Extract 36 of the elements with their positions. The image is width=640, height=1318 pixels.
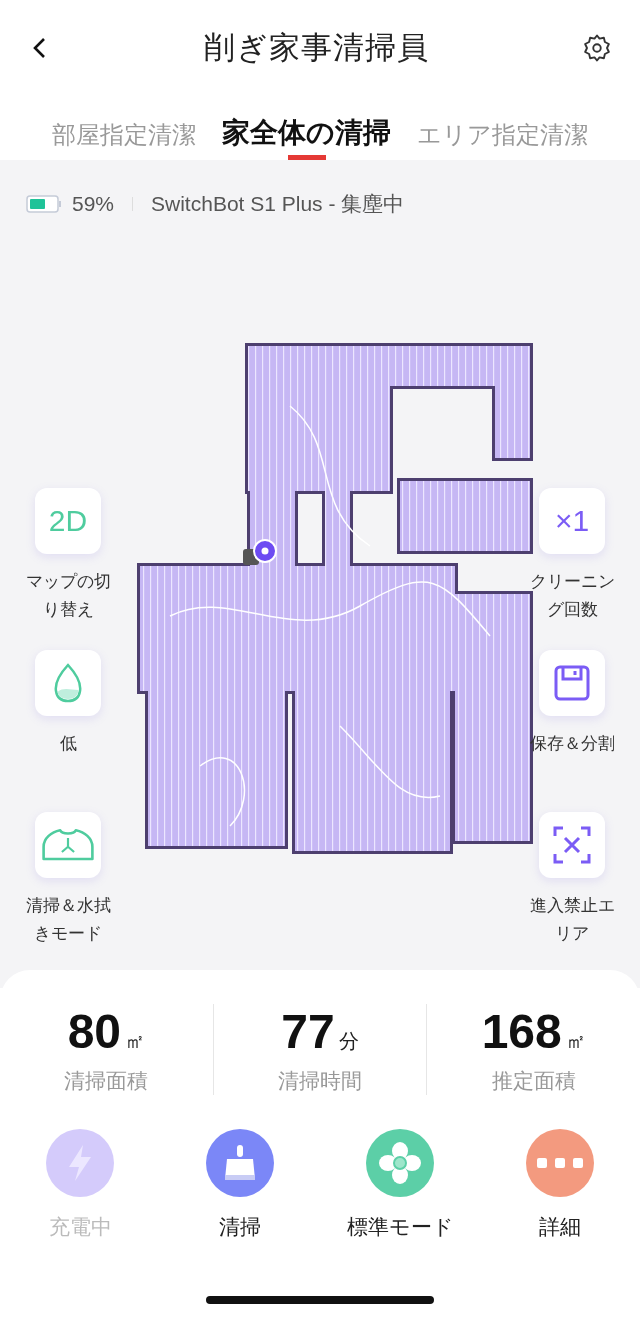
nogo-button[interactable] xyxy=(539,812,605,878)
stat-unit: ㎡ xyxy=(125,1029,146,1054)
action-label: 充電中 xyxy=(48,1214,112,1240)
stat-value: 80 xyxy=(67,1004,122,1059)
control-label: 低 xyxy=(58,733,78,755)
stat-label: 清掃時間 xyxy=(278,1068,362,1094)
tab[interactable]: 部屋指定清潔 xyxy=(52,95,196,160)
mop-button[interactable] xyxy=(35,812,101,878)
stat-value: 168 xyxy=(481,1004,562,1059)
action-label: 詳細 xyxy=(539,1214,581,1240)
tab[interactable]: エリア指定清潔 xyxy=(417,95,588,160)
stat-label: 清掃面積 xyxy=(64,1068,149,1094)
control-label: 進入禁止エリア xyxy=(528,895,616,945)
control-label: マップの切り替え xyxy=(24,571,112,621)
save-button[interactable] xyxy=(539,650,605,716)
drop-button[interactable] xyxy=(35,650,101,716)
battery-icon xyxy=(26,195,62,213)
stat-unit: ㎡ xyxy=(565,1029,586,1054)
settings-icon[interactable] xyxy=(582,32,612,63)
stat-value: 77 xyxy=(281,1004,335,1059)
screen-title: 削ぎ家事清掃員 xyxy=(203,28,429,67)
restricted-area-icon xyxy=(553,826,591,864)
device-status: SwitchBot S1 Plus - 集塵中 xyxy=(151,191,405,217)
stat-unit: 分 xyxy=(338,1029,359,1054)
count-button[interactable]: ×1 xyxy=(539,488,605,554)
stat-label: 推定面積 xyxy=(491,1068,576,1094)
battery-percent: 59% xyxy=(72,192,115,216)
action-label: 清掃 xyxy=(219,1214,261,1240)
brush-head-icon xyxy=(222,1143,258,1183)
fan-icon xyxy=(378,1141,422,1185)
control-label: クリーニング回数 xyxy=(528,571,616,621)
action-label: 標準モード xyxy=(346,1214,454,1240)
water-drop-icon xyxy=(53,663,83,703)
more-icon xyxy=(536,1156,584,1170)
control-label: 清掃＆水拭きモード xyxy=(24,895,112,945)
map-button[interactable]: 2D xyxy=(35,488,101,554)
